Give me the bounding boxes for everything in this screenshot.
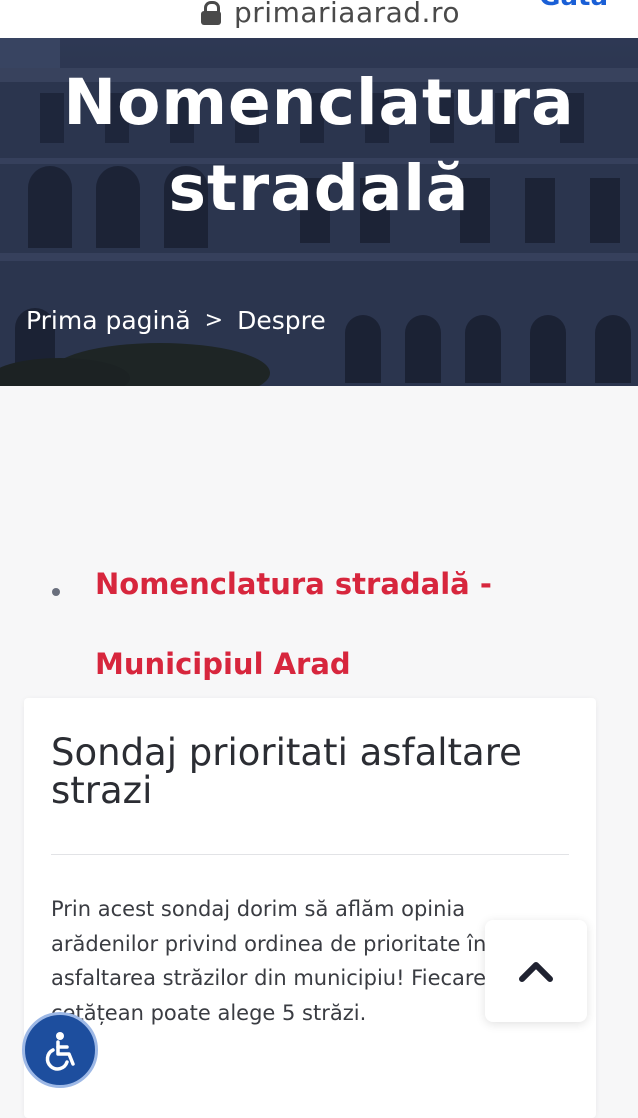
url-field[interactable]: primariaarad.ro [200, 0, 460, 30]
survey-title[interactable]: Sondaj prioritati asfaltare strazi [51, 734, 571, 810]
lock-icon [200, 0, 222, 25]
page-title: Nomenclatura stradală [0, 60, 638, 232]
breadcrumb-separator-icon: > [204, 308, 224, 333]
survey-description: Prin acest sondaj dorim să aflăm opinia … [51, 897, 487, 1025]
chevron-up-icon [519, 962, 553, 982]
hero-banner: Nomenclatura stradală Prima pagină > Des… [0, 38, 638, 386]
breadcrumb-current: Despre [237, 306, 326, 335]
accessibility-button[interactable] [22, 1012, 98, 1088]
breadcrumb: Prima pagină > Despre [26, 306, 326, 335]
page-title-line1: Nomenclatura [63, 66, 575, 139]
browser-url-bar[interactable]: primariaarad.ro Gata [0, 0, 638, 38]
url-text: primariaarad.ro [234, 0, 460, 29]
nomenclature-link[interactable]: Nomenclatura stradală - Municipiul Arad [95, 544, 575, 704]
done-button[interactable]: Gata [539, 0, 608, 12]
list-bullet [52, 588, 60, 596]
nomenclature-link-line2: Municipiul Arad [95, 647, 351, 681]
wheelchair-icon [45, 1032, 75, 1071]
card-divider [51, 854, 569, 855]
scroll-to-top-button[interactable] [485, 920, 587, 1022]
page-title-line2: stradală [168, 152, 470, 225]
breadcrumb-home-link[interactable]: Prima pagină [26, 306, 191, 335]
nomenclature-link-line1: Nomenclatura stradală - [95, 567, 492, 601]
survey-card: Sondaj prioritati asfaltare strazi Prin … [24, 698, 596, 1118]
